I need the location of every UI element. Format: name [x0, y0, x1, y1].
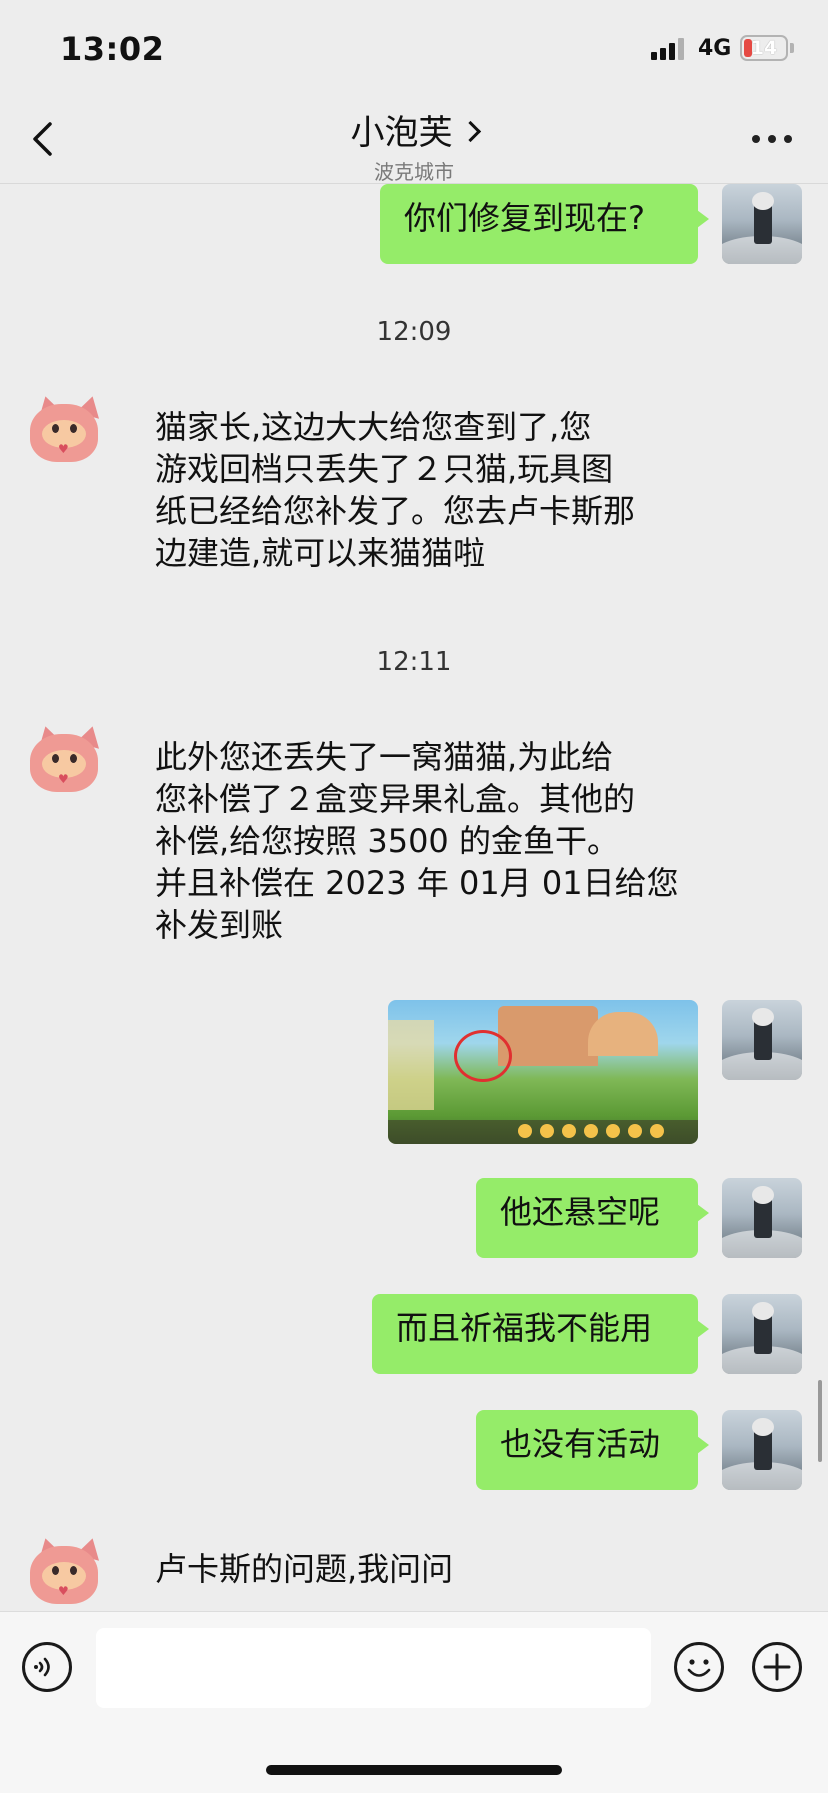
contact-avatar[interactable]: ♥ — [24, 390, 105, 470]
message-line: 游戏回档只丢失了２只猫,玩具图 — [155, 450, 614, 488]
network-type: 4G — [698, 36, 732, 61]
message-bubble-sent[interactable]: 也没有活动 — [476, 1410, 709, 1490]
message-line: 猫家长,这边大大给您查到了,您 — [155, 408, 592, 446]
chevron-right-icon — [459, 120, 481, 143]
message-list[interactable]: 你们修复到现在? 12:09 ♥ 猫家长,这边大大给您查到了,您 游戏回档只丢失… — [0, 184, 828, 1611]
image-message[interactable] — [388, 1000, 698, 1144]
home-indicator[interactable] — [266, 1765, 562, 1775]
emoji-icon — [687, 1659, 711, 1677]
contact-avatar[interactable]: ♥ — [24, 1532, 105, 1611]
message-text: 而且祈福我不能用 — [396, 1309, 653, 1347]
my-avatar[interactable] — [722, 184, 802, 264]
more-options-icon[interactable] — [752, 135, 792, 145]
message-input[interactable] — [96, 1628, 651, 1708]
chat-title: 小泡芙 — [350, 113, 453, 153]
message-text: 也没有活动 — [500, 1425, 661, 1463]
chat-subtitle: 波克城市 — [374, 160, 454, 184]
battery-level: 14 — [750, 37, 778, 59]
message-bubble-sent[interactable]: 你们修复到现在? — [380, 184, 709, 264]
timestamp: 12:11 — [376, 647, 452, 677]
signal-icon — [651, 38, 689, 60]
message-line: 此外您还丢失了一窝猫猫,为此给 — [155, 738, 614, 776]
voice-input-button[interactable] — [22, 1642, 72, 1692]
my-avatar[interactable] — [722, 1410, 802, 1490]
scrollbar[interactable] — [818, 1380, 822, 1462]
status-bar: 13:02 4G 14 — [0, 0, 828, 95]
message-bubble-sent[interactable]: 他还悬空呢 — [476, 1178, 709, 1258]
message-text-received[interactable]: 卢卡斯的问题,我问问 — [155, 1548, 685, 1590]
timestamp: 12:09 — [376, 317, 452, 347]
message-text-received[interactable]: 此外您还丢失了一窝猫猫,为此给 您补偿了２盒变异果礼盒。其他的 补偿,给您按照 … — [155, 736, 685, 946]
message-line: 补偿,给您按照 3500 的金鱼干。 — [155, 822, 619, 860]
chat-header: 小泡芙 波克城市 — [0, 95, 828, 184]
my-avatar[interactable] — [722, 1000, 802, 1080]
plus-icon — [763, 1653, 791, 1681]
chat-title-area[interactable]: 小泡芙 波克城市 — [0, 105, 828, 185]
more-functions-button[interactable] — [752, 1642, 802, 1692]
message-line: 补发到账 — [155, 906, 284, 944]
message-text-received[interactable]: 猫家长,这边大大给您查到了,您 游戏回档只丢失了２只猫,玩具图 纸已经给您补发了… — [155, 406, 685, 574]
message-bubble-sent[interactable]: 而且祈福我不能用 — [372, 1294, 709, 1374]
emoji-button[interactable] — [674, 1642, 724, 1692]
battery-icon: 14 — [740, 35, 788, 61]
message-text: 你们修复到现在? — [404, 199, 645, 237]
my-avatar[interactable] — [722, 1178, 802, 1258]
red-circle-annotation — [454, 1030, 512, 1082]
my-avatar[interactable] — [722, 1294, 802, 1374]
message-line: 纸已经给您补发了。您去卢卡斯那 — [155, 492, 636, 530]
battery-cap — [790, 43, 794, 53]
voice-icon — [34, 1657, 50, 1677]
message-line: 并且补偿在 2023 年 01月 01日给您 — [155, 864, 679, 902]
message-line: 您补偿了２盒变异果礼盒。其他的 — [155, 780, 636, 818]
message-line: 边建造,就可以来猫猫啦 — [155, 534, 486, 572]
status-time: 13:02 — [60, 30, 165, 68]
message-text: 他还悬空呢 — [500, 1193, 661, 1231]
contact-avatar[interactable]: ♥ — [24, 720, 105, 800]
